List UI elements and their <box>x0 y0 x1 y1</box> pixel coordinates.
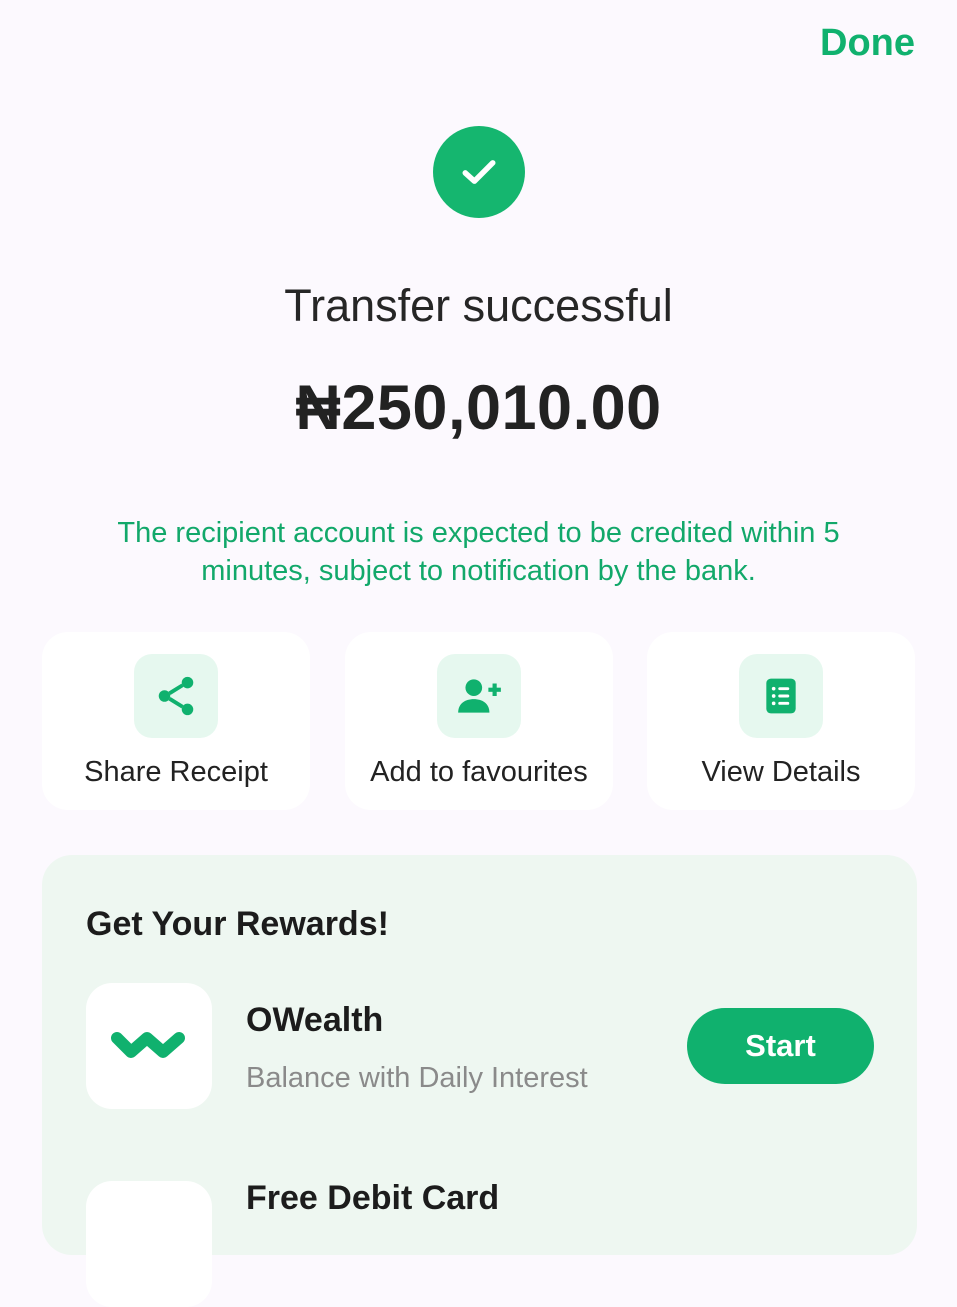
share-receipt-label: Share Receipt <box>84 756 268 788</box>
owealth-start-button[interactable]: Start <box>687 1008 874 1084</box>
view-details-button[interactable]: View Details <box>647 632 915 810</box>
success-check-icon <box>433 126 525 218</box>
owealth-name: OWealth <box>246 1001 384 1039</box>
view-details-label: View Details <box>701 756 861 788</box>
owealth-description: Balance with Daily Interest <box>246 1062 588 1094</box>
list-icon <box>739 654 823 738</box>
debit-card-name: Free Debit Card <box>246 1179 500 1217</box>
share-receipt-button[interactable]: Share Receipt <box>42 632 310 810</box>
rewards-section: Get Your Rewards! OWealth Balance with D… <box>42 855 917 1307</box>
rewards-title: Get Your Rewards! <box>86 905 389 943</box>
add-to-favourites-button[interactable]: Add to favourites <box>345 632 613 810</box>
transfer-amount: ₦250,010.00 <box>295 373 662 443</box>
done-button[interactable]: Done <box>820 22 915 65</box>
add-to-favourites-label: Add to favourites <box>370 756 588 788</box>
credit-notice: The recipient account is expected to be … <box>117 517 840 587</box>
page-title: Transfer successful <box>284 280 673 331</box>
share-icon <box>134 654 218 738</box>
add-user-icon <box>437 654 521 738</box>
owealth-logo-icon <box>86 983 212 1109</box>
